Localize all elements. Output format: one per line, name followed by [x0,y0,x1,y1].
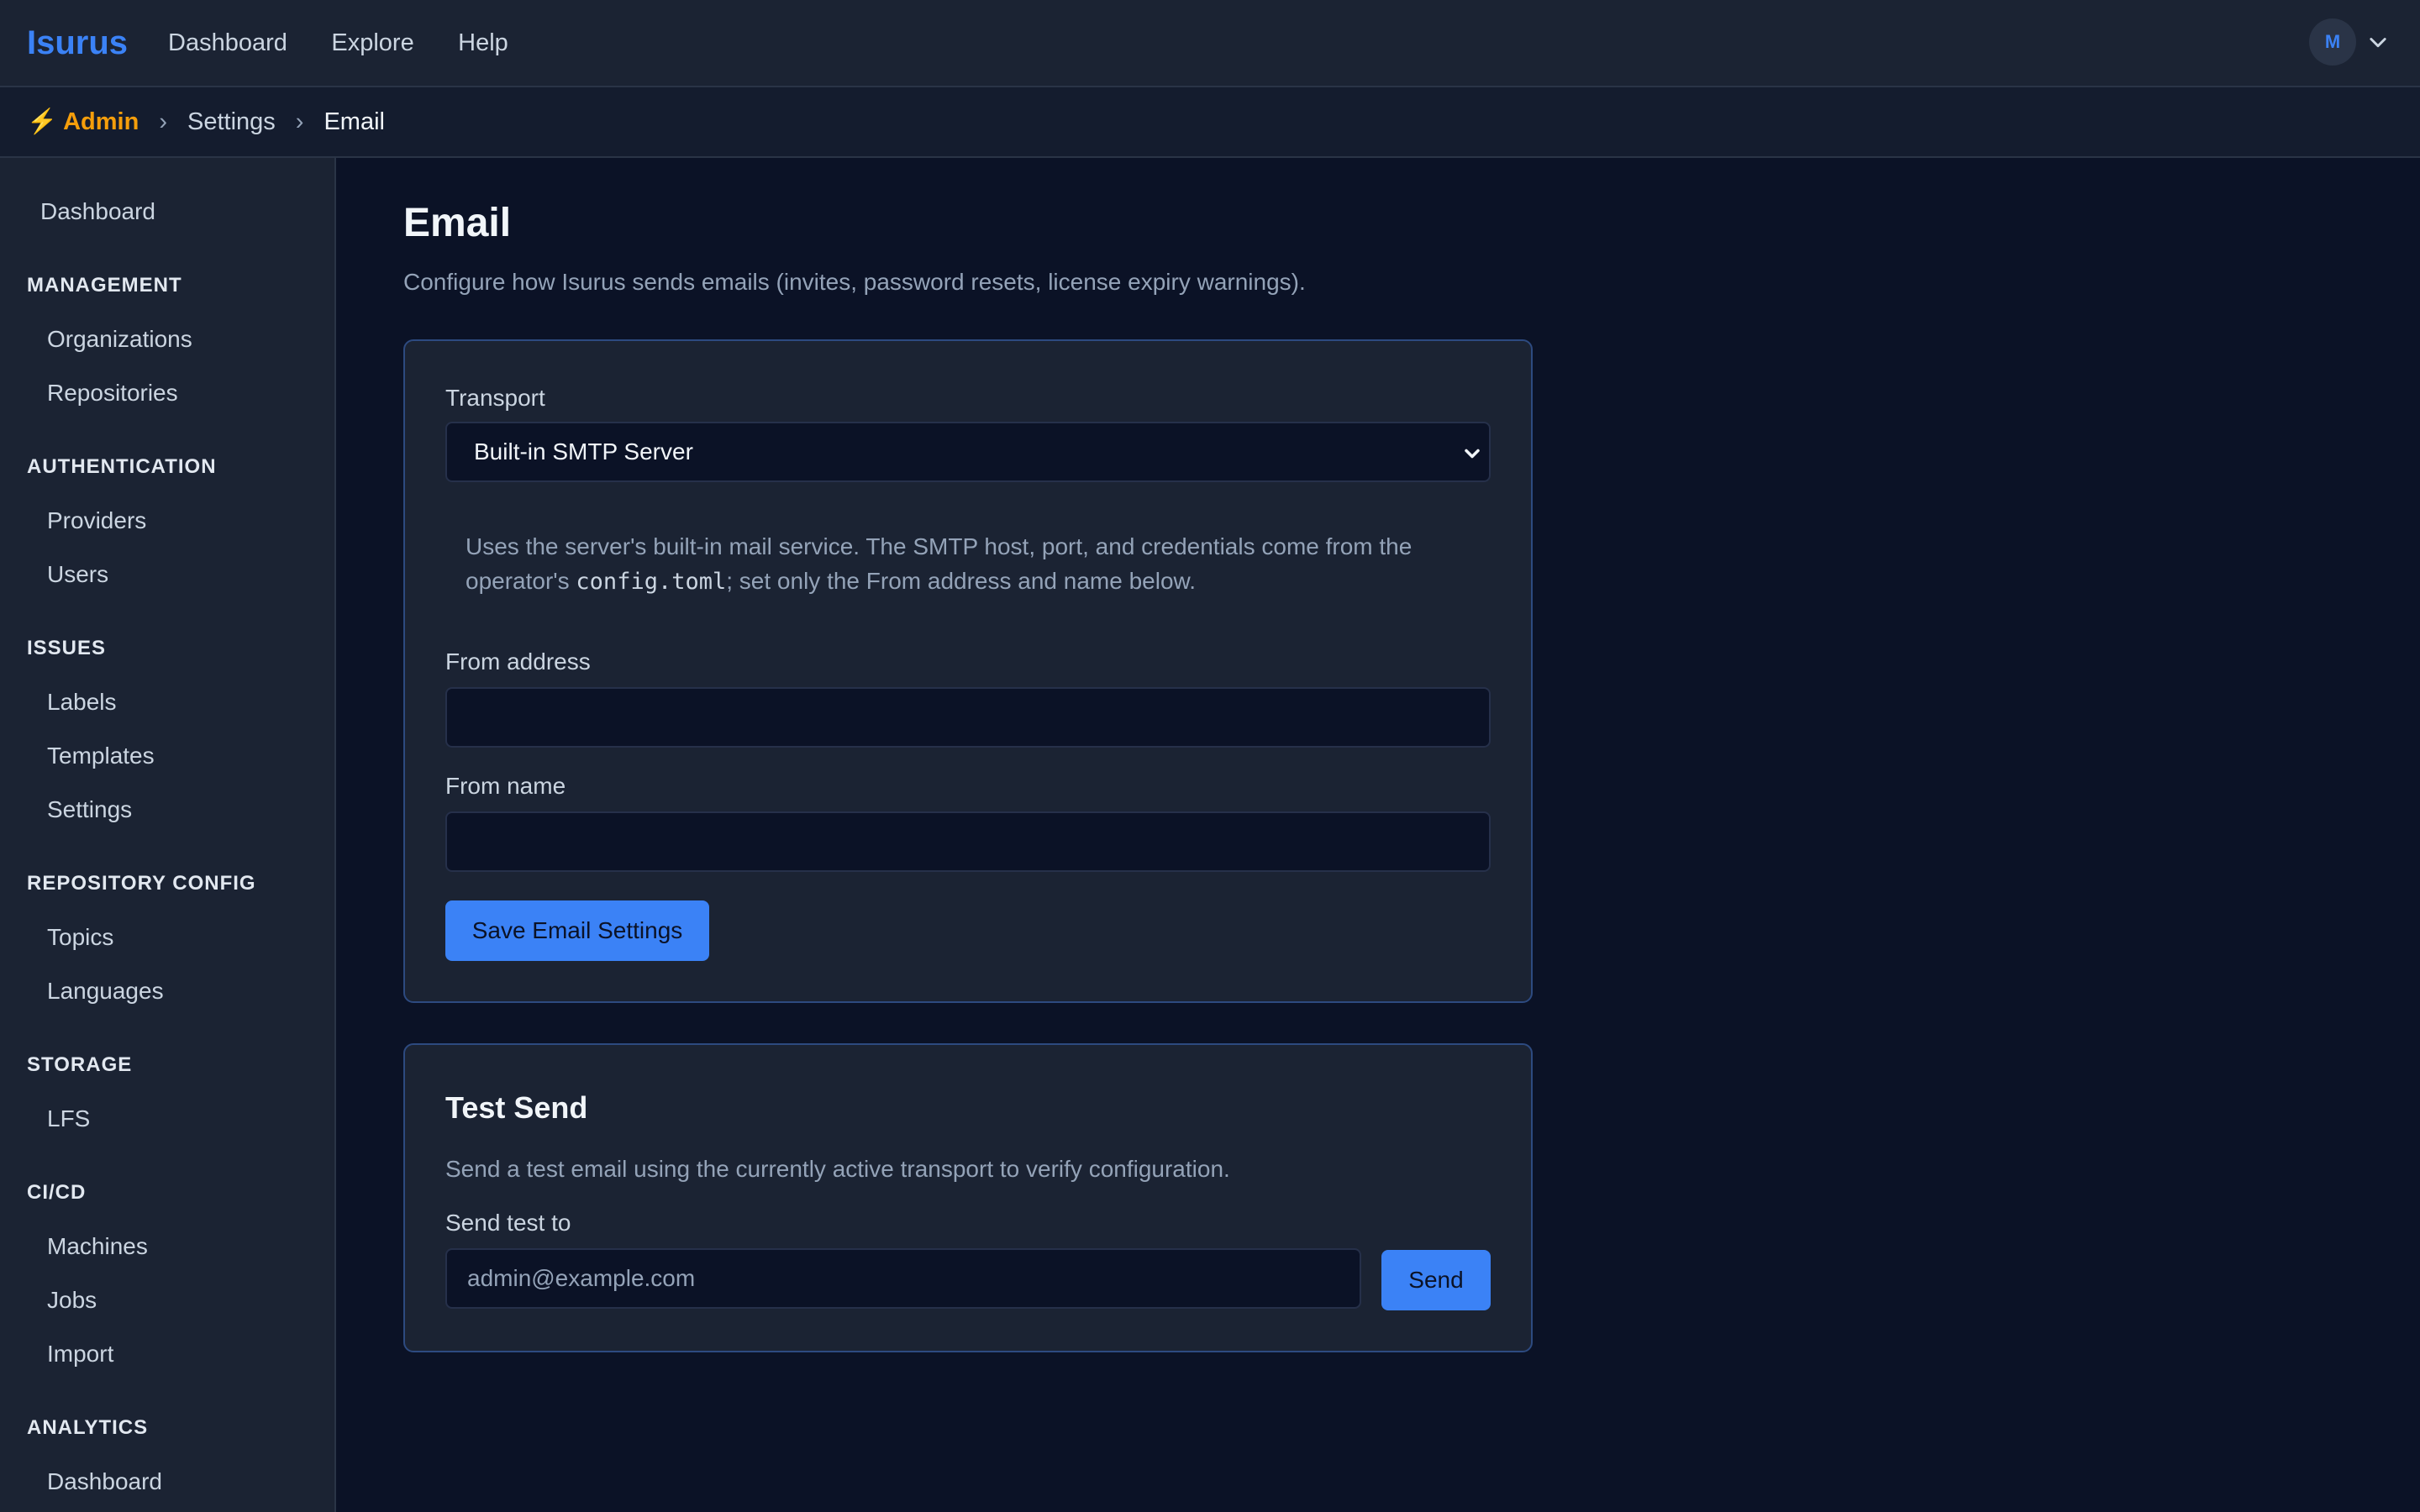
sidebar-section-repository-config: REPOSITORY CONFIG [27,872,256,895]
breadcrumb-current: Email [324,108,385,135]
breadcrumb-separator: › [159,108,167,135]
sidebar: Dashboard MANAGEMENT Organizations Repos… [0,158,336,1512]
send-button[interactable]: Send [1381,1250,1491,1310]
sidebar-section-authentication: AUTHENTICATION [27,455,217,478]
sidebar-item-analytics-dashboard[interactable]: Dashboard [47,1468,162,1495]
top-nav: Dashboard Explore Help [168,29,549,57]
nav-dashboard[interactable]: Dashboard [168,29,287,56]
user-menu[interactable]: M [2309,18,2390,66]
sidebar-item-languages[interactable]: Languages [47,978,164,1005]
send-test-to-label: Send test to [445,1210,571,1236]
test-send-description: Send a test email using the currently ac… [445,1156,1230,1182]
sidebar-section-storage: STORAGE [27,1053,133,1076]
from-address-input[interactable] [445,687,1491,748]
breadcrumb-settings[interactable]: Settings [187,108,276,136]
sidebar-item-providers[interactable]: Providers [47,507,146,534]
transport-select[interactable]: Built-in SMTP Server [445,422,1491,482]
save-email-settings-button[interactable]: Save Email Settings [445,900,709,961]
transport-label: Transport [445,385,545,411]
brand-logo[interactable]: Isurus [27,24,128,62]
from-name-input[interactable] [445,811,1491,872]
breadcrumb-admin[interactable]: ⚡ Admin [27,108,139,136]
sidebar-section-analytics: ANALYTICS [27,1416,149,1439]
sidebar-section-issues: ISSUES [27,637,107,659]
sidebar-item-labels[interactable]: Labels [47,689,117,716]
page-title: Email [403,201,512,245]
from-address-label: From address [445,648,591,675]
sidebar-item-repositories[interactable]: Repositories [47,380,178,407]
sidebar-item-organizations[interactable]: Organizations [47,326,192,353]
sidebar-section-management: MANAGEMENT [27,274,182,297]
config-filename: config.toml [576,569,727,595]
chevron-down-icon [1465,449,1480,459]
sidebar-item-templates[interactable]: Templates [47,743,155,769]
avatar[interactable]: M [2309,18,2356,66]
sidebar-item-users[interactable]: Users [47,561,108,588]
breadcrumb: ⚡ Admin › Settings › Email [0,87,2420,158]
top-navbar: Isurus Dashboard Explore Help M [0,0,2420,87]
test-send-title: Test Send [445,1090,588,1125]
transport-selected-value: Built-in SMTP Server [474,438,693,465]
page-description: Configure how Isurus sends emails (invit… [403,269,1306,295]
chevron-down-icon[interactable] [2366,30,2390,54]
transport-info: Uses the server's built-in mail service.… [466,533,1413,595]
sidebar-section-cicd: CI/CD [27,1181,87,1204]
sidebar-item-lfs[interactable]: LFS [47,1105,90,1132]
breadcrumb-separator: › [295,108,304,135]
nav-explore[interactable]: Explore [331,29,413,56]
sidebar-item-import[interactable]: Import [47,1341,113,1368]
sidebar-item-topics[interactable]: Topics [47,924,113,951]
nav-help[interactable]: Help [458,29,508,56]
from-name-label: From name [445,773,566,799]
email-settings-card: Transport Built-in SMTP Server Uses the … [403,339,1533,1003]
sidebar-item-issue-settings[interactable]: Settings [47,796,132,823]
sidebar-item-jobs[interactable]: Jobs [47,1287,97,1314]
send-test-to-input[interactable] [445,1248,1361,1309]
test-send-card: Test Send Send a test email using the cu… [403,1043,1533,1352]
sidebar-item-machines[interactable]: Machines [47,1233,148,1260]
sidebar-item-dashboard[interactable]: Dashboard [40,198,155,225]
